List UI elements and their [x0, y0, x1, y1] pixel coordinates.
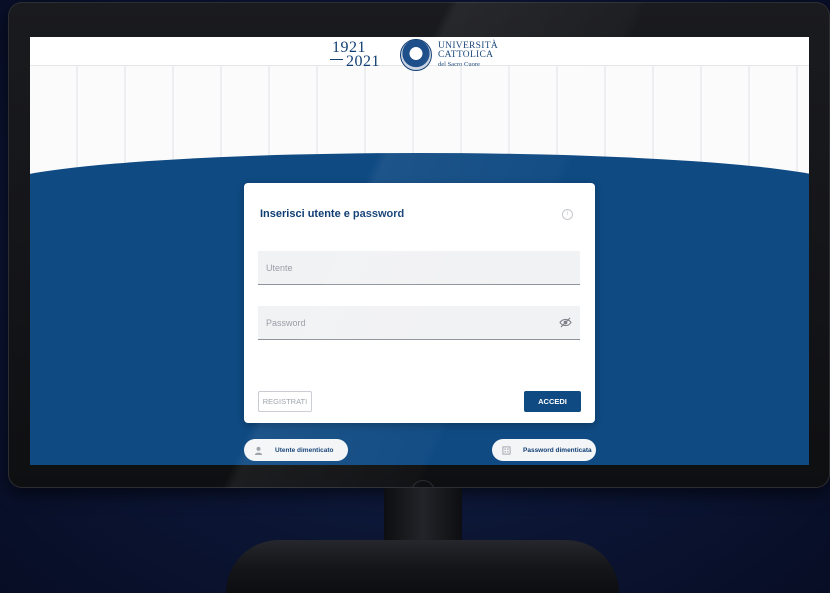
forgot-password-label: Password dimenticata	[523, 446, 592, 454]
university-logo[interactable]: 1921 2021 UNIVERSITÀ CATTOLICA del Sacro…	[330, 38, 498, 72]
university-name: UNIVERSITÀ CATTOLICA del Sacro Cuore	[438, 41, 498, 69]
register-button[interactable]: REGISTRATI	[258, 391, 312, 412]
password-field	[258, 306, 580, 340]
login-button[interactable]: ACCEDI	[524, 391, 581, 412]
forgot-user-label: Utente dimenticato	[275, 446, 334, 454]
university-name-line3: del Sacro Cuore	[438, 60, 480, 68]
centenary-years: 1921 2021	[330, 39, 400, 71]
screen: 1921 2021 UNIVERSITÀ CATTOLICA del Sacro…	[30, 37, 809, 465]
user-icon	[254, 446, 263, 455]
keypad-icon	[502, 445, 511, 455]
eye-slash-icon[interactable]	[559, 317, 572, 328]
username-field	[258, 251, 580, 285]
login-title: Inserisci utente e password	[260, 208, 405, 220]
year-dash	[330, 59, 343, 60]
username-input[interactable]	[258, 251, 580, 284]
info-icon[interactable]: i	[562, 209, 573, 220]
forgot-password-link[interactable]: Password dimenticata	[492, 439, 596, 461]
login-card: Inserisci utente e password i REGISTRATI…	[244, 183, 595, 423]
monitor-base	[226, 540, 619, 593]
monitor-neck	[384, 488, 462, 544]
year-end: 2021	[346, 53, 380, 70]
university-name-line2: CATTOLICA	[438, 49, 494, 60]
university-seal-icon	[400, 39, 432, 71]
top-bar: 1921 2021 UNIVERSITÀ CATTOLICA del Sacro…	[30, 37, 809, 71]
forgot-user-link[interactable]: Utente dimenticato	[244, 439, 348, 461]
password-input[interactable]	[258, 306, 580, 339]
